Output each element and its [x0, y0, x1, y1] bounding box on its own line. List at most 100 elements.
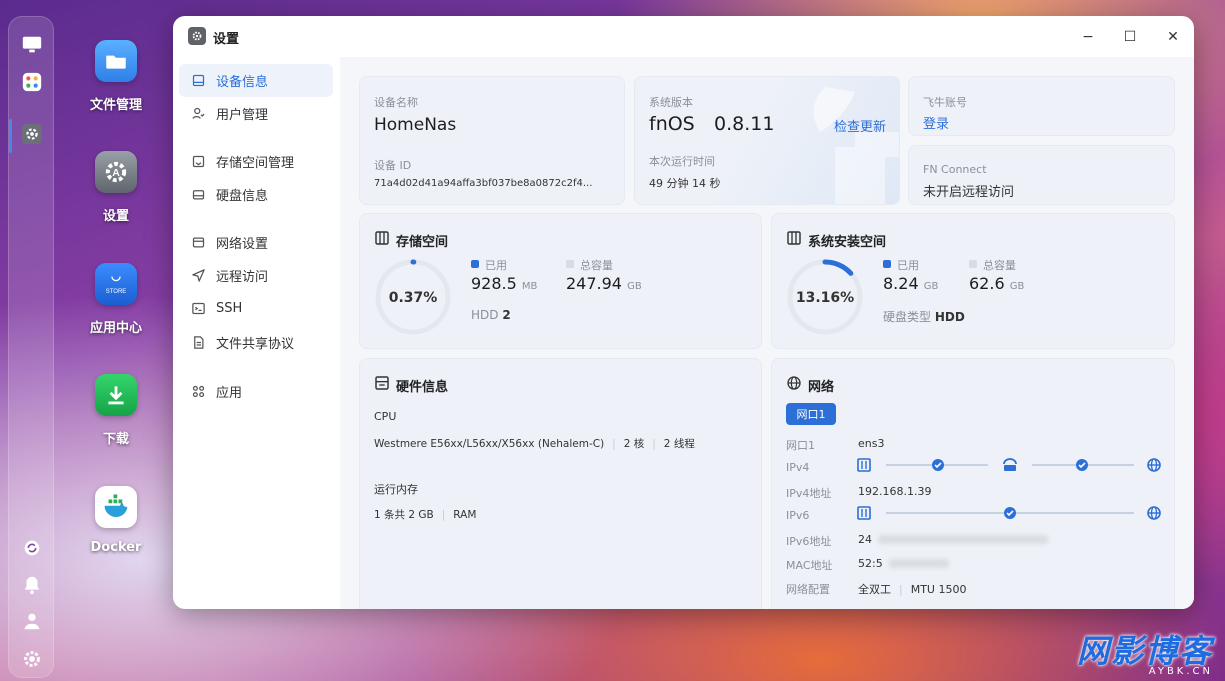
sidebar-item-storage[interactable]: 存储空间管理 — [179, 145, 333, 178]
router-node-icon — [1003, 458, 1017, 465]
memory-label: 运行内存 — [374, 483, 418, 496]
storage-card: 存储空间 0.37% 已用 928.5 MB 总容量 247.94 GB HDD… — [359, 213, 762, 349]
desktop-icon-label: Docker — [90, 540, 142, 555]
storage-used-label: 已用 — [471, 257, 507, 273]
uptime: 49 分钟 14 秒 — [649, 177, 721, 190]
close-button[interactable]: ✕ — [1162, 26, 1184, 48]
dock — [8, 16, 54, 678]
sidebar-item-label: 用户管理 — [216, 108, 269, 123]
used-legend-swatch — [471, 260, 479, 268]
sidebar-item-label: 存储空间管理 — [216, 156, 295, 171]
ipv4-key: IPv4 — [786, 461, 810, 474]
mac-address-key: MAC地址 — [786, 559, 833, 572]
network-card: 网络 网口1 网口1 ens3 IPv4 IPv4地址 192.168.1.39… — [771, 358, 1175, 609]
fn-connect-label: FN Connect — [923, 163, 987, 176]
monitor-icon[interactable] — [20, 33, 44, 57]
sidebar-item-remote[interactable]: 远程访问 — [179, 259, 333, 292]
settings-dock-icon[interactable] — [20, 122, 44, 146]
device-id-label: 设备 ID — [374, 159, 412, 172]
sidebar-item-file-share[interactable]: 文件共享协议 — [179, 326, 333, 359]
sidebar-item-ssh[interactable]: SSH — [179, 292, 333, 325]
sidebar-item-disk[interactable]: 硬盘信息 — [179, 178, 333, 211]
hardware-card: 硬件信息 CPU Westmere E56xx/L56xx/X56xx (Neh… — [359, 358, 762, 609]
redacted-blur — [878, 535, 1048, 544]
refresh-icon[interactable] — [20, 536, 44, 560]
user-icon — [189, 105, 207, 123]
sidebar-item-label: 文件共享协议 — [216, 337, 295, 352]
cpu-label: CPU — [374, 410, 397, 423]
user-dock-icon[interactable] — [20, 609, 44, 633]
apps-icon — [189, 383, 207, 401]
ipv4-address-value: 192.168.1.39 — [858, 485, 932, 498]
network-icon — [189, 234, 207, 252]
sidebar-item-users[interactable]: 用户管理 — [179, 97, 333, 130]
sidebar-item-label: 网络设置 — [216, 237, 269, 252]
ipv6-address-key: IPv6地址 — [786, 535, 832, 548]
system-space-total: 62.6 GB — [969, 274, 1025, 293]
docker-icon — [95, 486, 137, 528]
sidebar-item-label: 设备信息 — [216, 75, 269, 90]
memory-info: 1 条共 2 GB | RAM — [374, 509, 477, 521]
desktop-icon-download[interactable]: 下载 — [80, 374, 152, 447]
system-space-used-label: 已用 — [883, 257, 919, 273]
ipv4-address-key: IPv4地址 — [786, 487, 832, 500]
disk-icon — [189, 186, 207, 204]
cpu-info: Westmere E56xx/L56xx/X56xx (Nehalem-C) | 2… — [374, 438, 695, 450]
bell-icon[interactable] — [20, 573, 44, 597]
store-icon: STORE — [95, 263, 137, 305]
sidebar-item-label: SSH — [216, 301, 243, 316]
ssh-icon — [189, 300, 207, 318]
sidebar-item-network[interactable]: 网络设置 — [179, 226, 333, 259]
sidebar-item-label: 远程访问 — [216, 270, 269, 285]
hardware-icon — [374, 375, 390, 395]
title-bar: 设置 − ☐ ✕ — [173, 16, 1194, 56]
total-legend-swatch — [969, 260, 977, 268]
uptime-label: 本次运行时间 — [649, 155, 715, 168]
maximize-button[interactable]: ☐ — [1119, 26, 1141, 48]
login-link[interactable]: 登录 — [923, 113, 949, 132]
gear-icon[interactable] — [20, 647, 44, 671]
os-name: fnOS — [649, 113, 695, 135]
folder-icon — [95, 40, 137, 82]
nas-node-icon — [857, 506, 871, 520]
desktop-icon-docker[interactable]: Docker — [80, 486, 152, 555]
minimize-button[interactable]: − — [1077, 26, 1099, 48]
port-tab-1[interactable]: 网口1 — [786, 403, 836, 425]
storage-disks: HDD 2 — [471, 308, 511, 322]
ipv6-address-value: 24 — [858, 533, 1048, 546]
system-disk-type: 硬盘类型 HDD — [883, 310, 965, 324]
network-title: 网络 — [808, 380, 835, 395]
ipv6-key: IPv6 — [786, 509, 810, 522]
storage-title: 存储空间 — [396, 235, 449, 250]
storage-icon — [786, 230, 802, 250]
svg-text:A: A — [112, 167, 120, 179]
ipv6-connection-diagram — [857, 506, 1161, 520]
mac-address-value: 52:5 — [858, 557, 949, 570]
app-grid-icon[interactable] — [20, 70, 44, 94]
sidebar-item-device-info[interactable]: 设备信息 — [179, 64, 333, 97]
desktop-icon-label: 下载 — [102, 432, 129, 447]
settings-window: 设置 − ☐ ✕ 设备信息 用户管理 存储空间管理 硬盘信息 网络设置 远程访问 — [173, 16, 1194, 609]
sidebar-item-apps[interactable]: 应用 — [179, 375, 333, 408]
store-badge: STORE — [105, 289, 127, 295]
fnos-watermark-logo — [813, 87, 899, 204]
storage-icon — [189, 153, 207, 171]
network-config-value: 全双工 | MTU 1500 — [858, 583, 967, 596]
device-name: HomeNas — [374, 115, 457, 135]
used-legend-swatch — [883, 260, 891, 268]
system-space-percent: 13.16% — [795, 290, 855, 306]
port-key: 网口1 — [786, 439, 815, 452]
system-space-used: 8.24 GB — [883, 274, 939, 293]
nas-node-icon — [857, 458, 871, 472]
ipv4-connection-diagram — [857, 458, 1161, 472]
check-update-link[interactable]: 检查更新 — [834, 116, 886, 135]
total-legend-swatch — [566, 260, 574, 268]
storage-total: 247.94 GB — [566, 274, 642, 293]
network-config-key: 网络配置 — [786, 583, 830, 596]
account-card: 飞牛账号 登录 — [908, 76, 1175, 136]
desktop-icon-app-center[interactable]: STORE 应用中心 — [80, 263, 152, 336]
storage-used: 928.5 MB — [471, 274, 538, 293]
desktop-icon-file-manager[interactable]: 文件管理 — [80, 40, 152, 113]
window-title: 设置 — [213, 32, 240, 47]
desktop-icon-settings[interactable]: A 设置 — [80, 151, 152, 224]
